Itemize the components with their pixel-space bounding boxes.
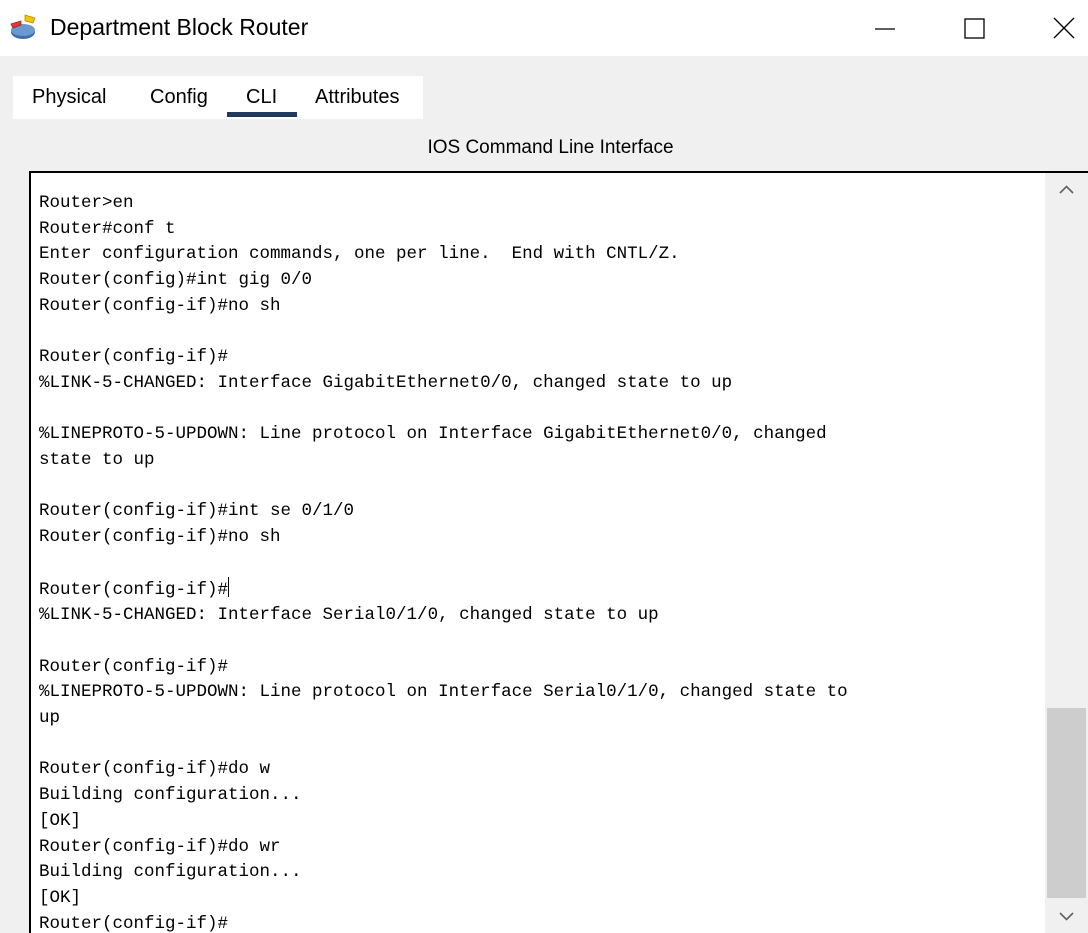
cli-line: Router(config-if)# [39,347,229,368]
tab-physical[interactable]: Physical [32,86,106,109]
cli-line: %LINK-5-CHANGED: Interface Serial0/1/0, … [39,605,659,626]
cli-line: Building configuration... [39,785,302,806]
cli-line: Enter configuration commands, one per li… [39,244,680,265]
cli-line: Router(config-if)#do wr [39,836,281,857]
maximize-icon [964,18,985,39]
active-tab-indicator [227,112,297,117]
maximize-button[interactable] [944,0,1004,56]
cli-line: [OK] [39,887,82,908]
tab-config[interactable]: Config [150,86,208,109]
cli-line: %LINEPROTO-5-UPDOWN: Line protocol on In… [39,424,827,445]
cli-line: %LINK-5-CHANGED: Interface GigabitEthern… [39,372,733,393]
cli-line: Router(config-if)#do w [39,759,271,780]
cli-line: Router(config)#int gig 0/0 [39,270,313,291]
cli-console[interactable]: Router>en Router#conf t Enter configurat… [29,171,1088,933]
tab-cli[interactable]: CLI [246,86,277,109]
text-caret [228,576,230,597]
cli-line: Router(config-if)#no sh [39,527,281,548]
cli-line: Router#conf t [39,218,176,239]
close-icon [1053,17,1075,39]
cli-line: Router(config-if)# [39,656,229,677]
cli-line: Building configuration... [39,862,302,883]
window-title: Department Block Router [50,14,309,40]
router-app-icon [10,14,36,39]
cli-line: Router(config-if)# [39,579,229,600]
console-scrollbar[interactable] [1045,173,1088,933]
cli-output[interactable]: Router>en Router#conf t Enter configurat… [39,191,848,933]
window-titlebar[interactable]: Department Block Router [0,0,1088,56]
cli-line: Router(config-if)#int se 0/1/0 [39,501,355,522]
cli-line: Router(config-if)#no sh [39,295,281,316]
close-button[interactable] [1033,0,1088,56]
scroll-up-arrow-icon[interactable] [1045,173,1088,207]
cli-heading: IOS Command Line Interface [427,137,674,158]
cli-line: [OK] [39,810,82,831]
scroll-thumb[interactable] [1047,708,1086,898]
tab-attributes[interactable]: Attributes [315,86,399,109]
cli-line: Router(config-if)# [39,913,229,933]
scroll-down-arrow-icon[interactable] [1045,899,1088,933]
tab-bar: Physical Config CLI Attributes [13,76,423,119]
cli-line: Router>en [39,193,134,213]
cli-line: state to up [39,450,155,471]
minimize-icon [875,28,895,30]
minimize-button[interactable] [855,0,915,56]
cli-line: %LINEPROTO-5-UPDOWN: Line protocol on In… [39,682,848,703]
cli-line: up [39,708,61,729]
